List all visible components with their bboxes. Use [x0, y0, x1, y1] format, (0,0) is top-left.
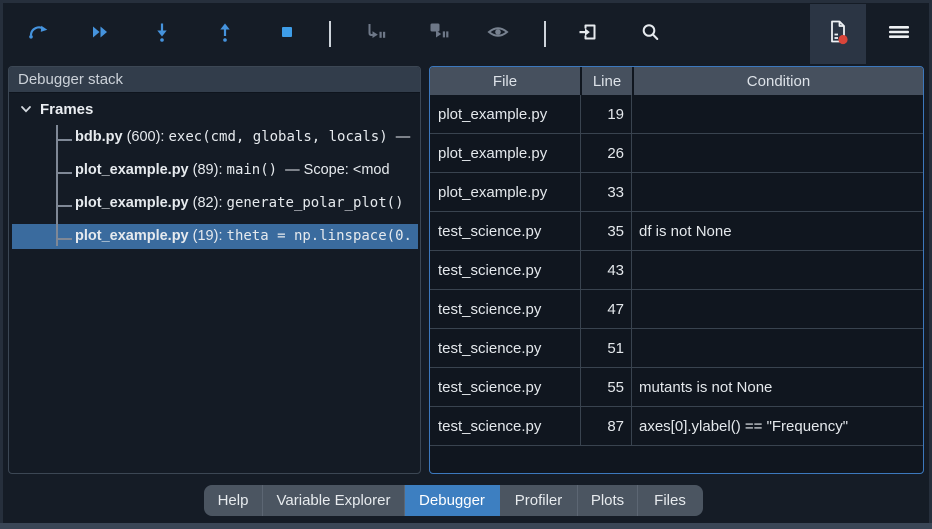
enter-icon	[576, 20, 600, 49]
tab-debugger[interactable]: Debugger	[405, 485, 500, 516]
tree-branch-icon	[58, 205, 72, 207]
continue-over-breakpoint-button[interactable]	[416, 12, 460, 56]
step-return-button[interactable]	[203, 12, 247, 56]
column-header-condition[interactable]: Condition	[634, 67, 923, 95]
stack-frame-row-selected[interactable]: plot_example.py (19): theta = np.linspac…	[12, 224, 418, 249]
frames-label: Frames	[40, 100, 94, 118]
debugger-window: Debugger stack Frames bdb.py (600): exec…	[3, 3, 929, 523]
tab-profiler[interactable]: Profiler	[500, 485, 578, 516]
search-button[interactable]	[628, 12, 672, 56]
stop-debugging-button[interactable]	[265, 12, 309, 56]
window-bottom-edge	[0, 523, 932, 529]
toggle-visibility-button[interactable]	[476, 12, 520, 56]
fast-forward-icon	[88, 20, 112, 49]
tab-files[interactable]: Files	[638, 485, 702, 516]
breakpoint-row[interactable]: plot_example.py 26	[430, 134, 923, 173]
hamburger-icon	[886, 20, 912, 49]
arrow-up-dot-icon	[213, 20, 237, 49]
column-header-file[interactable]: File	[430, 67, 580, 95]
frames-tree-toggle[interactable]: Frames	[9, 93, 420, 125]
stop-square-icon	[275, 20, 299, 49]
breakpoints-panel-toggle-button[interactable]	[810, 4, 866, 64]
tab-plots[interactable]: Plots	[578, 485, 638, 516]
frames-list: bdb.py (600): exec(cmd, globals, locals)…	[9, 125, 420, 249]
tree-branch-icon	[58, 238, 72, 240]
stack-frame-row[interactable]: bdb.py (600): exec(cmd, globals, locals)…	[12, 125, 418, 150]
plugin-tabbar: Help Variable Explorer Debugger Profiler…	[204, 485, 703, 516]
play-pause-line-icon	[362, 19, 388, 50]
stack-frame-row[interactable]: plot_example.py (82): generate_polar_plo…	[12, 191, 418, 216]
continue-to-breakpoint-button[interactable]	[353, 12, 397, 56]
debugger-stack-panel: Debugger stack Frames bdb.py (600): exec…	[8, 66, 421, 474]
chevron-down-icon	[19, 102, 33, 116]
breakpoint-row[interactable]: test_science.py 55 mutants is not None	[430, 368, 923, 407]
toolbar-separator	[544, 21, 546, 47]
breakpoint-row[interactable]: plot_example.py 19	[430, 95, 923, 134]
arrow-down-dot-icon	[150, 20, 174, 49]
continue-button[interactable]	[78, 12, 122, 56]
tab-variable-explorer[interactable]: Variable Explorer	[263, 485, 405, 516]
breakpoint-row[interactable]: plot_example.py 33	[430, 173, 923, 212]
breakpoints-table-header: File Line Condition	[430, 67, 923, 95]
tab-help[interactable]: Help	[204, 485, 263, 516]
tree-branch-icon	[58, 172, 72, 174]
curved-arrow-icon	[26, 20, 50, 49]
breakpoint-row[interactable]: test_science.py 47	[430, 290, 923, 329]
search-icon	[638, 20, 662, 49]
run-current-line-button[interactable]	[16, 12, 60, 56]
play-pause-square-icon	[425, 19, 451, 50]
toolbar-separator	[329, 21, 331, 47]
column-header-line[interactable]: Line	[582, 67, 632, 95]
tree-guide-line	[56, 125, 58, 246]
breakpoint-row[interactable]: test_science.py 87 axes[0].ylabel() == "…	[430, 407, 923, 446]
breakpoints-panel: File Line Condition plot_example.py 19 p…	[429, 66, 924, 474]
options-menu-button[interactable]	[877, 12, 921, 56]
tree-branch-icon	[58, 139, 72, 141]
document-breakpoint-icon	[824, 17, 852, 52]
breakpoint-row[interactable]: test_science.py 51	[430, 329, 923, 368]
breakpoint-row[interactable]: test_science.py 35 df is not None	[430, 212, 923, 251]
breakpoint-row[interactable]: test_science.py 43	[430, 251, 923, 290]
debug-toolbar	[3, 3, 929, 65]
step-into-button[interactable]	[140, 12, 184, 56]
eye-icon	[486, 20, 510, 49]
stack-frame-row[interactable]: plot_example.py (89): main() — Scope: <m…	[12, 158, 418, 183]
debugger-stack-title: Debugger stack	[9, 67, 420, 93]
enter-debugging-button[interactable]	[566, 12, 610, 56]
